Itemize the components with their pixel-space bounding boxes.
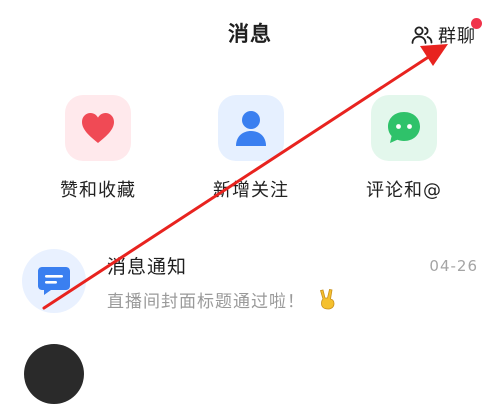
likes-tile[interactable] — [65, 95, 131, 161]
message-list-item[interactable]: 消息通知 直播间封面标题通过啦！ 04-26 — [0, 243, 500, 323]
likes-label: 赞和收藏 — [60, 180, 136, 201]
message-date: 04-26 — [429, 257, 478, 275]
message-title: 消息通知 — [107, 256, 188, 278]
group-chat-label: 群聊 — [438, 26, 476, 47]
chat-bubble-icon — [388, 112, 420, 143]
heart-icon — [82, 113, 114, 143]
victory-hand-emoji — [320, 289, 335, 310]
unread-badge — [471, 18, 482, 29]
followers-label: 新增关注 — [213, 180, 289, 201]
shortcut-new-followers[interactable]: 新增关注 — [186, 95, 316, 205]
group-people-icon — [411, 26, 433, 44]
shortcut-comments-and-mentions[interactable]: 评论和@ — [339, 95, 469, 205]
shortcut-likes-and-collections[interactable]: 赞和收藏 — [33, 95, 163, 205]
person-icon — [236, 111, 266, 146]
top-bar: 消息 群聊 — [0, 0, 500, 70]
message-notification-icon — [38, 267, 70, 295]
message-avatar — [22, 249, 86, 313]
followers-tile[interactable] — [218, 95, 284, 161]
next-list-item-avatar[interactable] — [24, 344, 84, 404]
message-preview: 直播间封面标题通过啦！ — [107, 287, 337, 312]
message-preview-text: 直播间封面标题通过啦！ — [107, 292, 305, 312]
comments-tile[interactable] — [371, 95, 437, 161]
comments-label: 评论和@ — [366, 180, 442, 201]
